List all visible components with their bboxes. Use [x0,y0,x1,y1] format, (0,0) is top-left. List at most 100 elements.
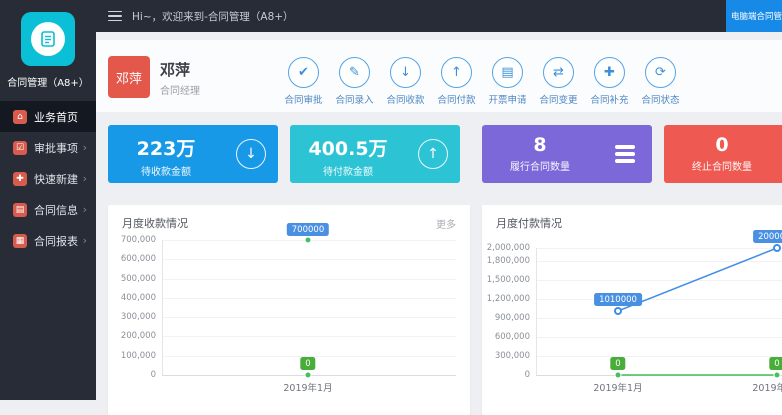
stat-card-terminated-contracts[interactable]: 0 终止合同数量 ⊘ [664,125,782,183]
gridline [162,259,456,260]
y-axis-tick: 600,000 [108,254,156,264]
quick-action-contract-entry[interactable]: ✎ 合同录入 [329,57,380,106]
gridline [162,279,456,280]
quick-action-contract-change[interactable]: ⇄ 合同变更 [533,57,584,106]
y-axis-tick: 700,000 [108,235,156,245]
point-label: 0 [610,357,625,370]
x-axis-tick: 2019年2月 [737,380,782,394]
monthly-receipts-chart-panel: 月度收款情况 更多 700,000 600,000 500,000 400,00… [108,205,470,415]
y-axis-tick: 100,000 [108,351,156,361]
y-axis-tick: 500,000 [108,274,156,284]
layers-icon [610,139,640,169]
invoice-request-icon: ▤ [492,57,523,88]
menu-label: 业务首页 [34,109,78,125]
gridline [162,336,456,337]
arrow-down-circle-icon: ↓ [236,139,266,169]
menu-label: 快速新建 [34,171,78,187]
quick-action-contract-receipt[interactable]: ↓ 合同收款 [380,57,431,106]
stat-label: 待收款金额 [108,163,224,178]
y-axis-line [536,248,537,375]
x-axis-tick: 2019年1月 [578,380,658,394]
point-label: 1010000 [594,293,642,306]
approval-icon: ☑ [13,141,27,155]
y-axis-tick: 2,000,000 [482,243,530,253]
menu-label: 合同信息 [34,202,78,218]
y-axis-tick: 1,500,000 [482,275,530,285]
gridline [536,356,782,357]
point-label: 2000000 [753,230,782,243]
more-link[interactable]: 更多 [436,216,456,231]
report-icon: ▦ [13,234,27,248]
data-point[interactable] [305,372,312,379]
quick-action-label: 合同收款 [386,92,424,106]
gridline [162,298,456,299]
y-axis-tick: 200,000 [108,331,156,341]
quick-action-contract-approval[interactable]: ✔ 合同审批 [278,57,329,106]
y-axis-tick: 0 [108,370,156,380]
data-point[interactable] [305,237,312,244]
gridline [536,299,782,300]
gridline [536,248,782,249]
contract-change-icon: ⇄ [543,57,574,88]
quick-actions-row: ✔ 合同审批 ✎ 合同录入 ↓ 合同收款 ↑ 合同付款 ▤ 开票申请 ⇄ 合同变… [278,57,686,106]
home-icon: ⌂ [13,110,27,124]
quick-action-label: 合同付款 [437,92,475,106]
gridline [162,317,456,318]
menu-item-contract-report[interactable]: ▦ 合同报表 › [0,225,96,256]
quick-action-label: 合同审批 [284,92,322,106]
stat-value: 223万 [108,134,224,161]
main-content: 邓萍 邓萍 合同经理 ✔ 合同审批 ✎ 合同录入 ↓ 合同收款 ↑ 合同付款 ▤… [96,32,782,400]
y-axis-tick: 900,000 [482,313,530,323]
panel-title: 月度收款情况 [122,215,188,231]
point-label: 0 [769,357,782,370]
welcome-text: Hi~，欢迎来到-合同管理（A8+） [132,9,294,24]
chevron-right-icon: › [83,142,87,153]
panel-title: 月度付款情况 [496,215,562,231]
data-point[interactable] [774,372,781,379]
stat-card-pending-receipts[interactable]: 223万 待收款金额 ↓ [108,125,278,183]
quick-action-contract-status[interactable]: ⟳ 合同状态 [635,57,686,106]
menu-item-approval-matters[interactable]: ☑ 审批事项 › [0,132,96,163]
app-title: 合同管理（A8+） [0,74,96,89]
stat-value: 8 [482,134,598,156]
arrow-up-circle-icon: ↑ [418,139,448,169]
point-label: 700000 [287,223,329,236]
point-label: 0 [300,357,315,370]
quick-action-label: 开票申请 [488,92,526,106]
stat-label: 待付款金额 [290,163,406,178]
menu-item-contract-info[interactable]: ▤ 合同信息 › [0,194,96,225]
quick-action-contract-supplement[interactable]: ✚ 合同补充 [584,57,635,106]
stat-card-active-contracts[interactable]: 8 履行合同数量 [482,125,652,183]
user-name: 邓萍 [160,59,190,80]
gridline [536,337,782,338]
y-axis-tick: 1,800,000 [482,256,530,266]
quick-action-invoice-request[interactable]: ▤ 开票申请 [482,57,533,106]
contract-supplement-icon: ✚ [594,57,625,88]
y-axis-tick: 1,200,000 [482,294,530,304]
monthly-payments-chart-panel: 月度付款情况 2,000,000 1,800,000 1,500,000 1,2… [482,205,782,415]
contract-payment-icon: ↑ [441,57,472,88]
contract-receipt-icon: ↓ [390,57,421,88]
data-point[interactable] [773,244,781,252]
y-axis-tick: 0 [482,370,530,380]
menu-label: 合同报表 [34,233,78,249]
menu-item-business-home[interactable]: ⌂ 业务首页 [0,101,96,132]
stat-card-pending-payments[interactable]: 400.5万 待付款金额 ↑ [290,125,460,183]
hamburger-menu-icon[interactable] [108,11,122,22]
quick-action-label: 合同变更 [539,92,577,106]
plus-icon: ✚ [13,172,27,186]
data-point[interactable] [615,372,622,379]
stat-label: 终止合同数量 [664,158,780,173]
chevron-right-icon: › [83,235,87,246]
quick-action-label: 合同录入 [335,92,373,106]
data-point[interactable] [614,307,622,315]
quick-action-contract-payment[interactable]: ↑ 合同付款 [431,57,482,106]
app-logo [21,12,75,66]
pc-contract-management-button[interactable]: 电脑端合同管理 [726,0,782,32]
quick-action-label: 合同补充 [590,92,628,106]
sidebar: 合同管理（A8+） ⌂ 业务首页 ☑ 审批事项 › ✚ 快速新建 › ▤ 合同信… [0,0,96,400]
contract-approval-icon: ✔ [288,57,319,88]
menu-item-quick-create[interactable]: ✚ 快速新建 › [0,163,96,194]
x-axis-tick: 2019年1月 [268,380,348,394]
contract-status-icon: ⟳ [645,57,676,88]
